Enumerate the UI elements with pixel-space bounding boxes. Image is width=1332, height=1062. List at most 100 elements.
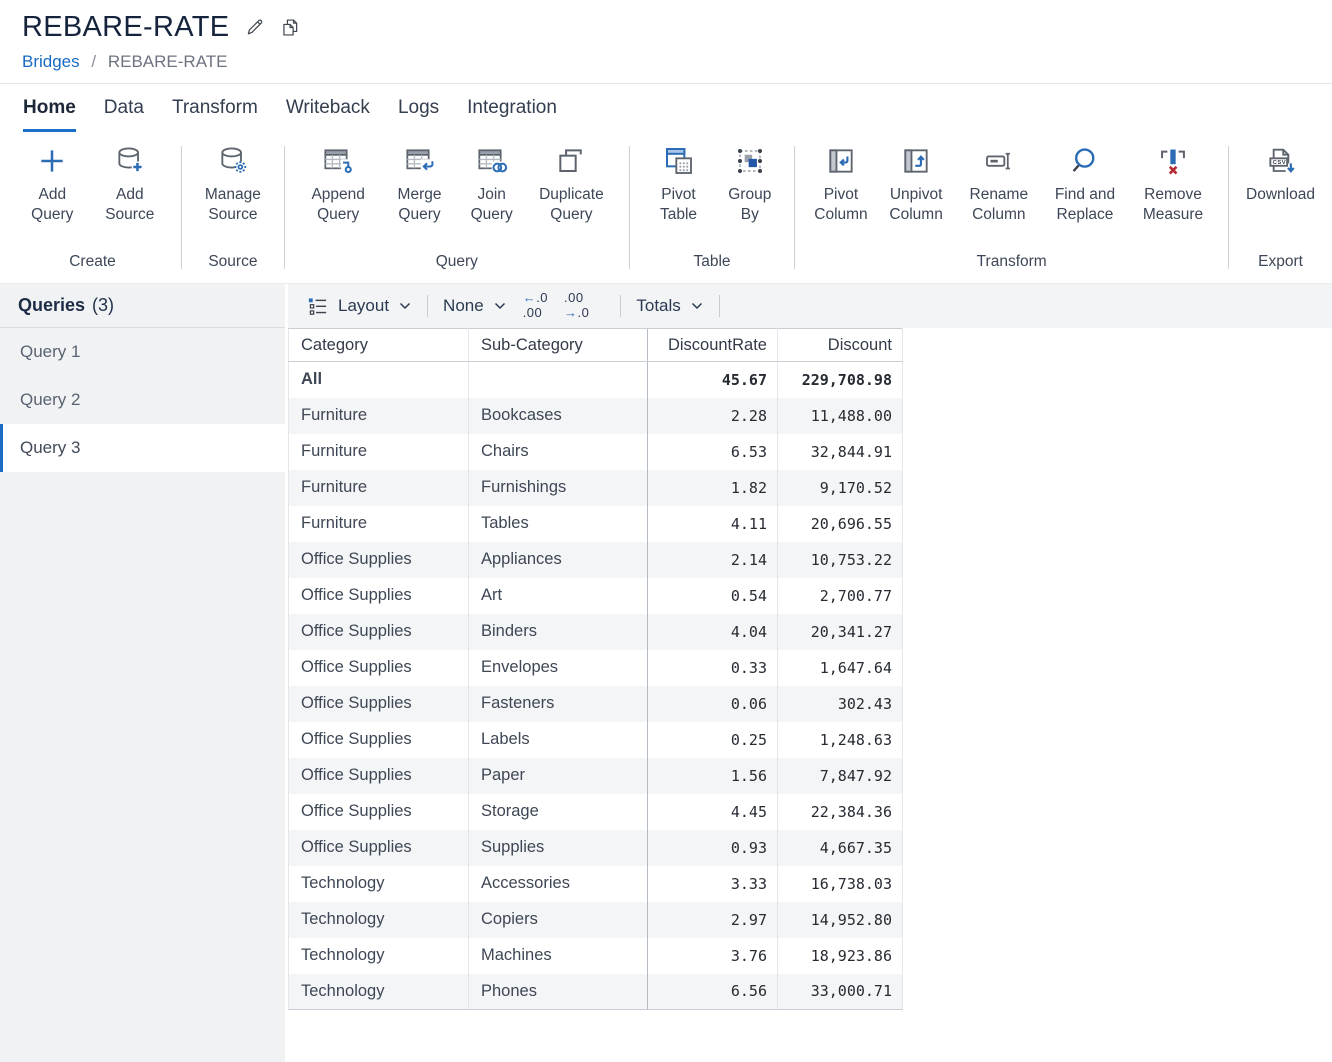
cell-sub-category: Fasteners — [469, 686, 648, 722]
table-row: TechnologyAccessories3.3316,738.03 — [289, 866, 903, 902]
cell-discountrate: 6.53 — [648, 434, 778, 470]
ribbon-button-label: Add Source — [96, 185, 164, 225]
ribbon-button-join-query[interactable]: Join Query — [464, 144, 519, 225]
ribbon-button-pivot-column[interactable]: Pivot Column — [812, 144, 870, 225]
table-row: FurnitureChairs6.5332,844.91 — [289, 434, 903, 470]
cell-discountrate: 45.67 — [648, 362, 778, 398]
cell-discount: 229,708.98 — [778, 362, 903, 398]
ribbon-button-label: Download — [1246, 185, 1315, 205]
ribbon-group-caption: Transform — [795, 245, 1228, 283]
ribbon-button-add-query[interactable]: Add Query — [21, 144, 84, 225]
cell-sub-category: Storage — [469, 794, 648, 830]
toolbar-divider — [719, 295, 720, 317]
ribbon-button-append-query[interactable]: Append Query — [302, 144, 375, 225]
totals-label: Totals — [636, 296, 680, 316]
column-header-category[interactable]: Category — [289, 329, 469, 362]
copy-title-icon[interactable] — [280, 17, 301, 38]
cell-sub-category: Machines — [469, 938, 648, 974]
cell-discount: 20,696.55 — [778, 506, 903, 542]
ribbon-group-table: Pivot TableGroup ByTable — [630, 144, 795, 283]
totals-dropdown[interactable]: Totals — [636, 296, 703, 316]
main-content: Layout None ←.0 .00 .00 →.0 — [288, 284, 1332, 1062]
page-header: REBARE-RATE Bridges / REBARE-RATE — [0, 0, 1332, 84]
cell-sub-category: Copiers — [469, 902, 648, 938]
ribbon-button-duplicate-query[interactable]: Duplicate Query — [531, 144, 612, 225]
ribbon-button-pivot-table[interactable]: Pivot Table — [647, 144, 711, 225]
cell-category: Furniture — [289, 398, 469, 434]
ribbon-button-rename-column[interactable]: Rename Column — [963, 144, 1036, 225]
ribbon-button-label: Add Query — [21, 185, 84, 225]
cell-discount: 22,384.36 — [778, 794, 903, 830]
tab-data[interactable]: Data — [104, 97, 144, 132]
add-query-icon — [36, 144, 68, 177]
ribbon-group-caption: Query — [285, 245, 629, 283]
ribbon-group-caption: Source — [182, 245, 284, 283]
ribbon-button-manage-source[interactable]: Manage Source — [199, 144, 267, 225]
layout-label: Layout — [338, 296, 389, 316]
cell-discount: 14,952.80 — [778, 902, 903, 938]
cell-discount: 2,700.77 — [778, 578, 903, 614]
ribbon-button-group-by[interactable]: Group By — [722, 144, 777, 225]
cell-category: Furniture — [289, 434, 469, 470]
ribbon-button-label: Pivot Table — [647, 185, 711, 225]
ribbon-button-add-source[interactable]: Add Source — [96, 144, 164, 225]
cell-discountrate: 3.76 — [648, 938, 778, 974]
results-table-wrap: CategorySub-CategoryDiscountRateDiscount… — [288, 328, 1332, 1010]
increase-decimal-button[interactable]: .00 →.0 — [564, 291, 589, 320]
download-icon: CSV — [1265, 144, 1297, 177]
sidebar-item-query-1[interactable]: Query 1 — [0, 328, 285, 376]
column-header-sub-category[interactable]: Sub-Category — [469, 329, 648, 362]
cell-discount: 16,738.03 — [778, 866, 903, 902]
ribbon-button-download[interactable]: CSV Download — [1246, 144, 1315, 205]
ribbon-group-buttons: Pivot Table Group By — [630, 144, 795, 225]
breadcrumb-current: REBARE-RATE — [108, 52, 228, 71]
ribbon-button-unpivot-column[interactable]: Unpivot Column — [882, 144, 951, 225]
ribbon-button-merge-query[interactable]: Merge Query — [387, 144, 453, 225]
cell-discount: 11,488.00 — [778, 398, 903, 434]
cell-discountrate: 0.54 — [648, 578, 778, 614]
tab-transform[interactable]: Transform — [172, 97, 258, 132]
sidebar-item-query-2[interactable]: Query 2 — [0, 376, 285, 424]
ribbon-button-remove-measure[interactable]: Remove Measure — [1135, 144, 1211, 225]
cell-discountrate: 3.33 — [648, 866, 778, 902]
layout-dropdown[interactable]: Layout — [306, 295, 412, 318]
cell-category: Technology — [289, 938, 469, 974]
table-row: Office SuppliesLabels0.251,248.63 — [289, 722, 903, 758]
cell-category: Technology — [289, 902, 469, 938]
column-header-discount[interactable]: Discount — [778, 329, 903, 362]
queries-header: Queries (3) — [0, 284, 285, 328]
breadcrumb-separator: / — [91, 52, 96, 71]
cell-sub-category: Chairs — [469, 434, 648, 470]
edit-title-icon[interactable] — [244, 17, 265, 38]
cell-discount: 302.43 — [778, 686, 903, 722]
ribbon-button-label: Append Query — [302, 185, 375, 225]
cell-category: Office Supplies — [289, 686, 469, 722]
cell-discountrate: 0.33 — [648, 650, 778, 686]
cell-category: Office Supplies — [289, 794, 469, 830]
ribbon-button-label: Duplicate Query — [531, 185, 612, 225]
cell-discountrate: 0.06 — [648, 686, 778, 722]
join-query-icon — [476, 144, 508, 177]
table-row: TechnologyMachines3.7618,923.86 — [289, 938, 903, 974]
cell-discount: 32,844.91 — [778, 434, 903, 470]
aggregate-dropdown[interactable]: None — [443, 296, 507, 316]
cell-discountrate: 1.56 — [648, 758, 778, 794]
cell-category: Office Supplies — [289, 614, 469, 650]
ribbon-group-buttons: Add Query Add Source — [4, 144, 181, 225]
decrease-decimal-button[interactable]: ←.0 .00 — [523, 291, 548, 320]
ribbon-button-label: Join Query — [464, 185, 519, 225]
add-source-icon — [114, 144, 146, 177]
tab-logs[interactable]: Logs — [398, 97, 439, 132]
breadcrumb-parent-link[interactable]: Bridges — [22, 52, 80, 71]
tab-writeback[interactable]: Writeback — [286, 97, 370, 132]
ribbon-toolbar: Add QueryAdd SourceCreateManage SourceSo… — [0, 132, 1332, 284]
sidebar-item-query-3[interactable]: Query 3 — [0, 424, 285, 472]
cell-discount: 4,667.35 — [778, 830, 903, 866]
tab-integration[interactable]: Integration — [467, 97, 557, 132]
find-replace-icon — [1069, 144, 1101, 177]
page-title: REBARE-RATE — [22, 11, 229, 44]
cell-discount: 9,170.52 — [778, 470, 903, 506]
tab-home[interactable]: Home — [23, 97, 76, 132]
ribbon-button-find-and-replace[interactable]: Find and Replace — [1047, 144, 1123, 225]
column-header-discountrate[interactable]: DiscountRate — [648, 329, 778, 362]
